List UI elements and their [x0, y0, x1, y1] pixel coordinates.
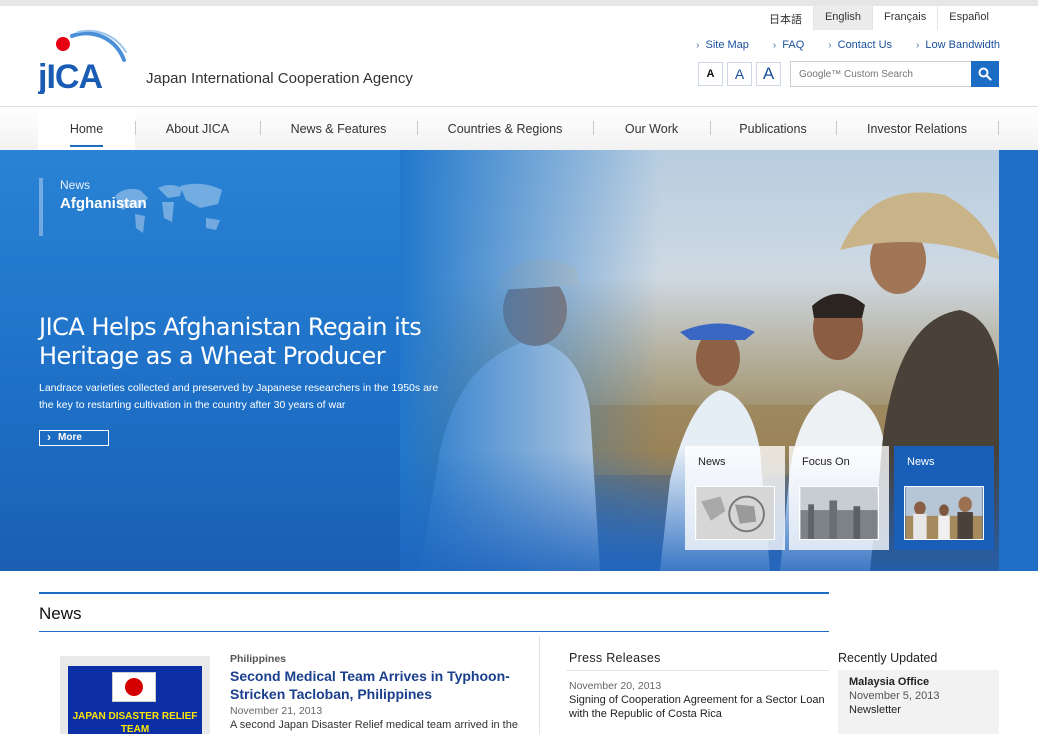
press-releases-heading: Press Releases — [569, 651, 661, 665]
nav-investor-relations[interactable]: Investor Relations — [836, 107, 998, 151]
chevron-right-icon: › — [916, 40, 920, 51]
hero-card-label: Focus On — [802, 456, 850, 468]
font-size-small-button[interactable]: A — [698, 62, 723, 86]
language-selector: 日本語 English Français Español — [758, 6, 1000, 30]
faq-link[interactable]: › FAQ — [773, 39, 804, 51]
low-bandwidth-link[interactable]: › Low Bandwidth — [916, 39, 1000, 51]
site-header: jICA Japan International Cooperation Age… — [0, 6, 1038, 106]
hero-title[interactable]: JICA Helps Afghanistan Regain its Herita… — [39, 313, 459, 371]
press-release-date: November 20, 2013 — [569, 680, 662, 692]
main-nav: Home About JICA News & Features Countrie… — [0, 106, 1038, 151]
font-size-controls: A A A — [698, 62, 781, 86]
nav-our-work[interactable]: Our Work — [593, 107, 710, 151]
hero-category: News — [60, 178, 91, 192]
hero-banner: News Afghanistan JICA Helps Afghanistan … — [0, 150, 1038, 571]
lang-french[interactable]: Français — [872, 6, 937, 30]
chevron-right-icon: › — [696, 40, 700, 51]
svg-text:jICA: jICA — [38, 58, 102, 94]
search-icon — [978, 67, 992, 81]
search-button[interactable] — [971, 61, 999, 87]
recently-updated-date: November 5, 2013 — [849, 690, 940, 702]
jdr-team-banner: JAPAN DISASTER RELIEF TEAM — [68, 666, 202, 734]
contact-us-link[interactable]: › Contact Us — [828, 39, 892, 51]
nav-countries-regions[interactable]: Countries & Regions — [417, 107, 593, 151]
column-divider — [539, 636, 540, 734]
hero-tag: News Afghanistan — [39, 178, 147, 236]
nav-publications[interactable]: Publications — [710, 107, 836, 151]
feature-news-date: November 21, 2013 — [230, 705, 323, 717]
hero-card-news[interactable]: News — [685, 446, 785, 550]
hero-card-label: News — [698, 456, 726, 468]
font-size-large-button[interactable]: A — [756, 62, 781, 86]
recently-updated-type: Newsletter — [849, 704, 901, 716]
jdr-banner-text: JAPAN DISASTER RELIEF TEAM — [72, 711, 198, 734]
hero-card-label: News — [907, 456, 935, 468]
news-section-heading: News — [39, 592, 829, 632]
recently-updated-item[interactable]: Malaysia Office November 5, 2013 Newslet… — [838, 670, 999, 734]
hero-card-thumbnail — [695, 486, 775, 540]
utility-links: › Site Map › FAQ › Contact Us › Low Bandwidt… — [672, 39, 1000, 51]
nav-about-jica[interactable]: About JICA — [135, 107, 260, 151]
chevron-right-icon: › — [828, 40, 832, 51]
nav-home[interactable]: Home — [38, 107, 135, 151]
hero-card-focus-on[interactable]: Focus On — [789, 446, 889, 550]
feature-news-image[interactable]: JAPAN DISASTER RELIEF TEAM — [60, 656, 210, 734]
lang-spanish[interactable]: Español — [937, 6, 1000, 30]
recently-updated-heading: Recently Updated — [838, 651, 938, 665]
agency-name: Japan International Cooperation Agency — [146, 70, 413, 87]
hero-description: Landrace varieties collected and preserv… — [39, 382, 439, 411]
site-map-link[interactable]: › Site Map — [696, 39, 749, 51]
font-size-medium-button[interactable]: A — [727, 62, 752, 86]
japan-flag-icon — [112, 672, 156, 702]
nav-news-features[interactable]: News & Features — [260, 107, 417, 151]
search-input[interactable] — [791, 62, 971, 86]
lang-english[interactable]: English — [812, 6, 873, 30]
press-release-title-link[interactable]: Signing of Cooperation Agreement for a S… — [569, 693, 831, 721]
hero-card-thumbnail — [904, 486, 984, 540]
hero-card-news-active[interactable]: News — [894, 446, 994, 550]
nav-divider — [998, 121, 999, 135]
lang-japanese[interactable]: 日本語 — [758, 6, 813, 30]
hero-more-button[interactable]: More — [39, 430, 109, 446]
search-box — [790, 61, 972, 87]
feature-news-country: Philippines — [230, 653, 287, 665]
jica-logo-icon: jICA — [37, 29, 127, 96]
feature-news-description: A second Japan Disaster Relief medical t… — [230, 719, 518, 731]
chevron-right-icon: › — [772, 40, 777, 51]
recently-updated-office: Malaysia Office — [849, 676, 930, 688]
feature-news-title-link[interactable]: Second Medical Team Arrives in Typhoon-S… — [230, 667, 530, 703]
hero-card-thumbnail — [799, 486, 879, 540]
hero-right-bar — [999, 150, 1038, 571]
jica-logo[interactable]: jICA — [37, 24, 128, 96]
press-release-item: November 20, 2013 Signing of Cooperation… — [566, 670, 829, 734]
hero-location: Afghanistan — [60, 195, 147, 212]
